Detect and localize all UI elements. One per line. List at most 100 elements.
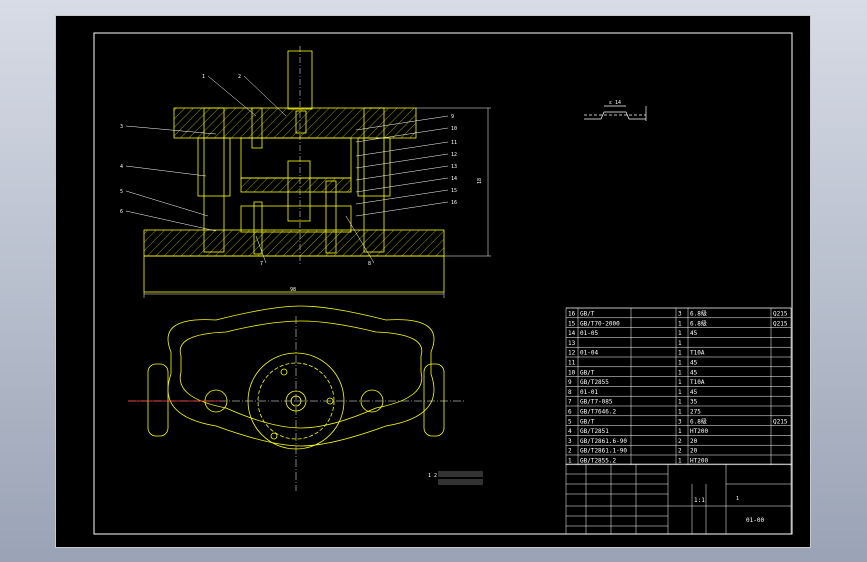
bom-cell: 01-04: [580, 350, 598, 357]
bom-cell: 3: [678, 311, 682, 318]
width-dimension-text: 98: [290, 287, 296, 293]
callout-label-right: 10: [451, 126, 457, 132]
drawing-canvas[interactable]: 1 2 3 4 5 6 7 8 9 10 11 12 13 14 15 16 98 18: [55, 15, 811, 548]
bom-cell: GB/T: [580, 418, 595, 425]
tech-notes: [438, 471, 483, 485]
bom-cell: 3: [568, 438, 572, 445]
bom-cell: 01-01: [580, 389, 598, 396]
bom-cell: 11: [568, 360, 576, 367]
cad-viewport[interactable]: 1 2 3 4 5 6 7 8 9 10 11 12 13 14 15 16 98 18: [0, 0, 867, 562]
title-block-drawing-no: 01-00: [746, 517, 764, 524]
stripper-plate: [240, 177, 352, 193]
callout-label-left: 6: [120, 209, 123, 215]
callout-label-right: 11: [451, 140, 457, 146]
bom-cell: 1: [678, 409, 682, 416]
bom-cell: Q215: [773, 320, 788, 327]
title-block-label: 1: [736, 496, 739, 502]
bom-cell: 10: [568, 369, 576, 376]
bom-cell: 45: [690, 330, 698, 337]
bom-cell: 5: [568, 418, 572, 425]
pin-hole-3: [270, 432, 278, 440]
bom-cell: 13: [568, 340, 576, 347]
bom-cell: GB/T70-2000: [580, 320, 620, 327]
bom-cell: 45: [690, 369, 698, 376]
bom-cell: 1: [678, 369, 682, 376]
callout-label-right: 15: [451, 188, 457, 194]
bom-cell: GB/T: [580, 369, 595, 376]
bom-cell: 3: [678, 418, 682, 425]
bom-cell: 2: [568, 448, 572, 455]
bom-cell: HT200: [690, 458, 708, 465]
bom-cell: 16: [568, 311, 576, 318]
bom-cell: GB/T7-085: [580, 399, 613, 406]
callout-label-right: 16: [451, 200, 457, 206]
leader-line: [125, 165, 207, 177]
bom-cell: 4: [568, 428, 572, 435]
bom-cell: Q215: [773, 418, 788, 425]
bom-cell: Q215: [773, 311, 788, 318]
bom-cell: 7: [568, 399, 572, 406]
callout-label-left: 7: [260, 261, 263, 267]
guide-bush-left: [197, 137, 231, 197]
callout-label-left: 4: [120, 164, 123, 170]
leader-line: [355, 141, 449, 157]
bom-cell: 6.8级: [690, 319, 707, 327]
leader-line: [355, 189, 449, 205]
bom-cell: 1: [678, 379, 682, 386]
bom-cell: 6: [568, 409, 572, 416]
leader-line: [125, 210, 217, 232]
callout-label-left: 3: [120, 124, 123, 130]
bom-cell: GB/T2855: [580, 379, 609, 386]
height-dimension-text: 18: [477, 178, 483, 184]
leader-line: [355, 201, 449, 217]
punch-holder: [240, 137, 352, 179]
plan-view: [128, 305, 466, 491]
bom-cell: GB/T2861.6-90: [580, 438, 627, 445]
bom-cell: 14: [568, 330, 576, 337]
leader-line: [125, 190, 209, 217]
leader-line: [355, 177, 449, 193]
left-lug: [147, 363, 169, 437]
bom-cell: 12: [568, 350, 576, 357]
bom-cell: 1: [678, 428, 682, 435]
bom-cell: 20: [690, 438, 698, 445]
assembly-drawing: 1 234567 8910111213141516 98 18 ε 14 1 2…: [93, 32, 793, 535]
part-detail-dimension: ε 14: [609, 100, 621, 106]
callout-label-left: 2: [238, 74, 241, 80]
callout-label-left: 1: [202, 74, 205, 80]
bom-cell: 45: [690, 389, 698, 396]
die-block: [240, 205, 352, 233]
bom-cell: 01-05: [580, 330, 598, 337]
bom-cell: 1: [678, 458, 682, 465]
bom-cell: 15: [568, 320, 576, 327]
bom-cell: 1: [678, 320, 682, 327]
bom-cell: 1: [568, 458, 572, 465]
bom-cell: 1: [678, 350, 682, 357]
pin-hole-1: [280, 368, 288, 376]
bom-cell: 9: [568, 379, 572, 386]
bom-cell: 8: [568, 389, 572, 396]
die-set-outline: [167, 305, 435, 447]
bom-cell: 1: [678, 360, 682, 367]
part-detail: [584, 105, 647, 121]
bom-cell: 1: [678, 340, 682, 347]
bom-cell: 45: [690, 360, 698, 367]
bom-cell: T10A: [690, 379, 705, 386]
bom-cell: 35: [690, 399, 698, 406]
callout-label-right: 9: [451, 114, 454, 120]
callout-label-right: 13: [451, 164, 457, 170]
callout-label-right: 14: [451, 176, 457, 182]
bom-cell: 2: [678, 448, 682, 455]
callout-label-left: 5: [120, 189, 123, 195]
tech-note-numbers: 1 2: [428, 473, 437, 479]
bom-cell: GB/T2851: [580, 428, 609, 435]
bom-cell: GB/T7646.2: [580, 409, 617, 416]
bom-cell: 1: [678, 399, 682, 406]
bom-cell: 6.8级: [690, 310, 707, 318]
bom-cell: 275: [690, 409, 701, 416]
leader-line: [355, 165, 449, 181]
bom-cell: 1: [678, 389, 682, 396]
right-lug: [423, 363, 445, 437]
bom-cell: GB/T: [580, 311, 595, 318]
bom-cell: GB/T2855.2: [580, 458, 617, 465]
